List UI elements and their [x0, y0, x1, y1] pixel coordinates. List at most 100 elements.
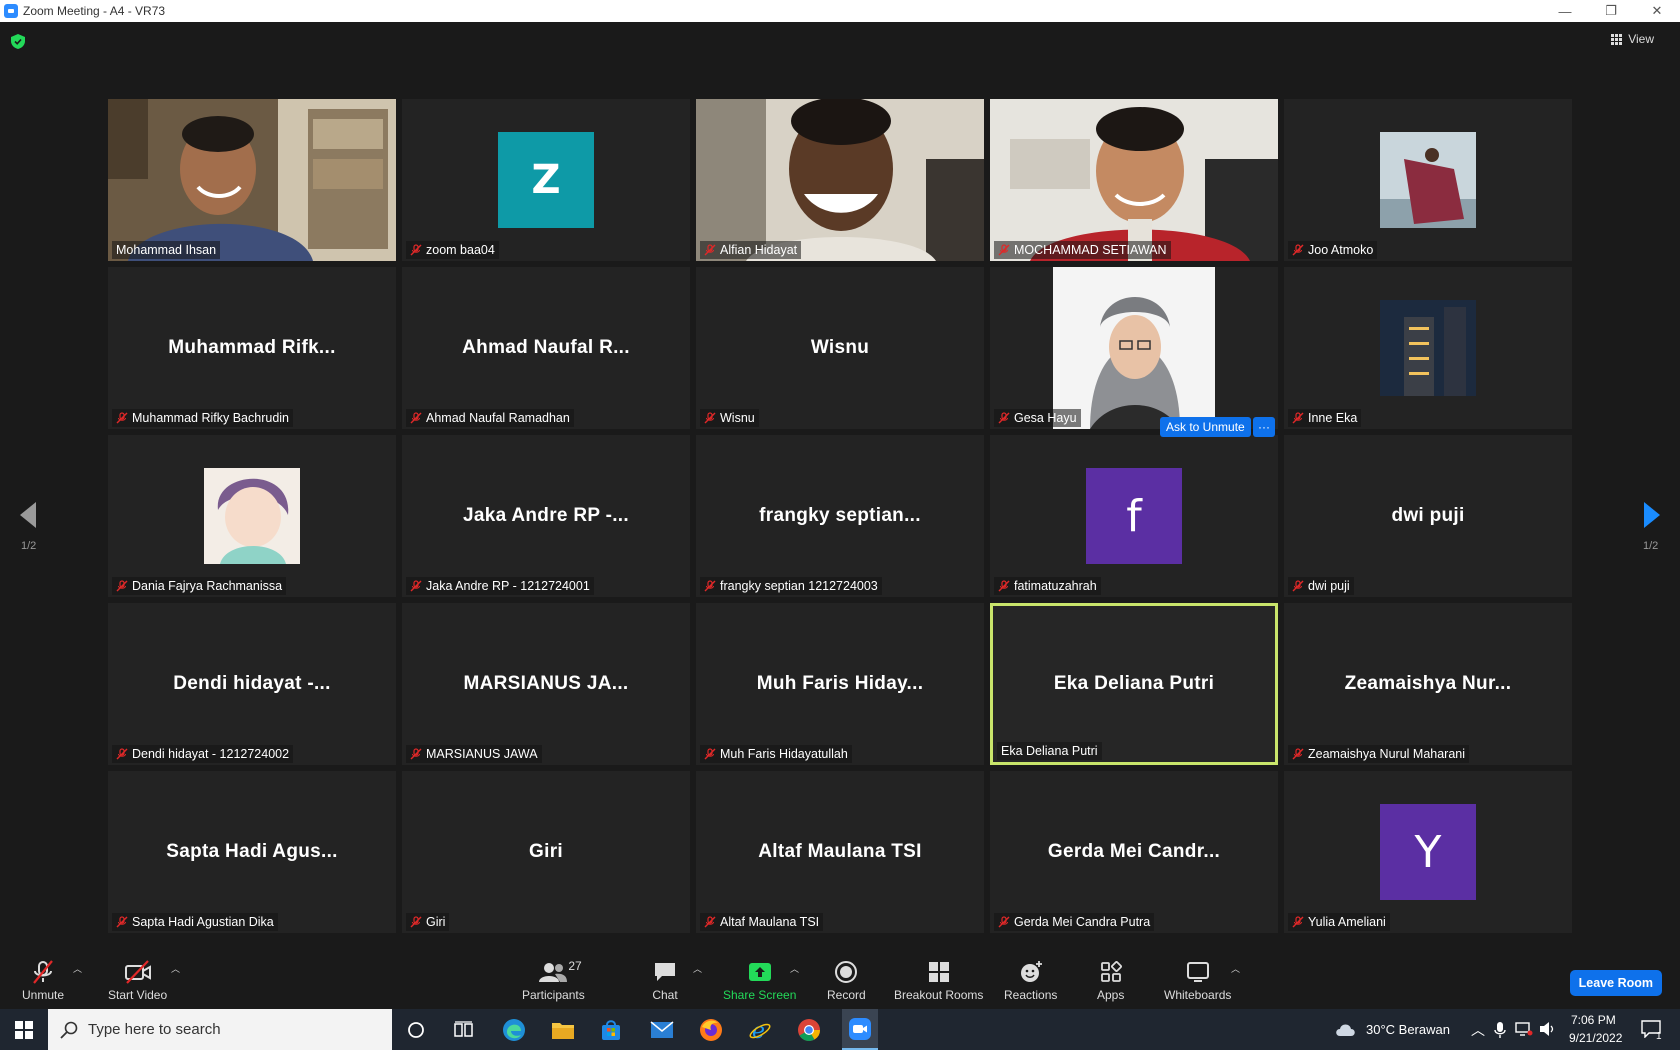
- profile-picture-gesa-hayu: [990, 267, 1278, 429]
- chat-button[interactable]: Chat: [652, 957, 678, 1002]
- close-button[interactable]: ✕: [1634, 0, 1680, 22]
- firefox-icon[interactable]: [696, 1015, 726, 1045]
- weather-cloud-icon[interactable]: [1334, 1020, 1358, 1038]
- volume-icon[interactable]: [1539, 1021, 1557, 1037]
- participant-tile[interactable]: Inne Eka: [1284, 267, 1572, 429]
- tile-more-options-button[interactable]: ···: [1253, 417, 1275, 437]
- participant-tile[interactable]: Mohammad Ihsan: [108, 99, 396, 261]
- mail-icon[interactable]: [647, 1015, 677, 1045]
- participant-name: zoom baa04: [426, 243, 495, 257]
- participant-name: frangky septian 1212724003: [720, 579, 878, 593]
- participants-icon: [539, 963, 568, 982]
- participant-name-label: Wisnu: [700, 409, 759, 427]
- participant-tile[interactable]: Y Yulia Ameliani: [1284, 771, 1572, 933]
- view-button[interactable]: View: [1611, 32, 1654, 46]
- minimize-button[interactable]: —: [1542, 0, 1588, 22]
- restore-button[interactable]: ❐: [1588, 0, 1634, 22]
- participant-tile[interactable]: Sapta Hadi Agus... Sapta Hadi Agustian D…: [108, 771, 396, 933]
- participant-tile[interactable]: MARSIANUS JA... MARSIANUS JAWA: [402, 603, 690, 765]
- participants-button[interactable]: 27 Participants: [522, 957, 585, 1002]
- participant-name-label: dwi puji: [1288, 577, 1354, 595]
- profile-picture-inne-eka: [1284, 267, 1572, 429]
- participant-tile[interactable]: Dendi hidayat -... Dendi hidayat - 12127…: [108, 603, 396, 765]
- participant-name: Dania Fajrya Rachmanissa: [132, 579, 283, 593]
- whiteboard-options-caret-icon[interactable]: ︿: [1231, 962, 1240, 975]
- participant-name: Mohammad Ihsan: [116, 243, 217, 257]
- muted-mic-icon: [704, 580, 716, 592]
- participant-name: Inne Eka: [1308, 411, 1358, 425]
- participant-tile[interactable]: Joo Atmoko: [1284, 99, 1572, 261]
- weather-text[interactable]: 30°C Berawan: [1366, 1022, 1450, 1037]
- breakout-rooms-button[interactable]: Breakout Rooms: [894, 957, 983, 1002]
- participant-tile[interactable]: dwi puji dwi puji: [1284, 435, 1572, 597]
- microsoft-store-icon[interactable]: [596, 1015, 626, 1045]
- participant-tile[interactable]: Ahmad Naufal R... Ahmad Naufal Ramadhan: [402, 267, 690, 429]
- task-view-icon[interactable]: [449, 1015, 479, 1045]
- breakout-rooms-icon: [928, 962, 949, 982]
- microphone-muted-icon: [33, 960, 53, 984]
- tray-overflow-chevron-icon[interactable]: ︿: [1471, 1020, 1485, 1040]
- participant-tile[interactable]: Jaka Andre RP -... Jaka Andre RP - 12127…: [402, 435, 690, 597]
- participant-tile[interactable]: f fatimatuzahrah: [990, 435, 1278, 597]
- participant-tile[interactable]: MOCHAMMAD SETIAWAN: [990, 99, 1278, 261]
- file-explorer-icon[interactable]: [548, 1015, 578, 1045]
- participant-display-name: Muhammad Rifk...: [168, 337, 336, 358]
- whiteboards-button[interactable]: Whiteboards: [1164, 957, 1231, 1002]
- apps-button[interactable]: Apps: [1097, 957, 1124, 1002]
- tray-microphone-icon[interactable]: [1494, 1021, 1506, 1039]
- participant-tile[interactable]: Wisnu Wisnu: [696, 267, 984, 429]
- participant-name: MARSIANUS JAWA: [426, 747, 538, 761]
- video-options-caret-icon[interactable]: ︿: [171, 962, 180, 975]
- encryption-shield-icon[interactable]: [11, 34, 25, 49]
- network-icon[interactable]: [1515, 1021, 1533, 1037]
- participant-tile[interactable]: Muh Faris Hiday... Muh Faris Hidayatulla…: [696, 603, 984, 765]
- participant-name-label: Ahmad Naufal Ramadhan: [406, 409, 574, 427]
- muted-mic-icon: [410, 916, 422, 928]
- participant-tile[interactable]: Z zoom baa04: [402, 99, 690, 261]
- start-video-button[interactable]: Start Video: [108, 957, 167, 1002]
- clock-date[interactable]: 9/21/2022: [1569, 1031, 1622, 1045]
- share-screen-icon: [748, 963, 771, 981]
- participant-name-label: Inne Eka: [1288, 409, 1362, 427]
- participant-tile[interactable]: Muhammad Rifk... Muhammad Rifky Bachrudi…: [108, 267, 396, 429]
- participant-tile[interactable]: Giri Giri: [402, 771, 690, 933]
- participant-display-name: Giri: [529, 841, 563, 862]
- cortana-icon[interactable]: [401, 1015, 431, 1045]
- participant-tile[interactable]: Alfian Hidayat: [696, 99, 984, 261]
- participant-name: fatimatuzahrah: [1014, 579, 1097, 593]
- share-screen-button[interactable]: Share Screen: [723, 957, 796, 1002]
- internet-explorer-icon[interactable]: e: [745, 1015, 775, 1045]
- video-off-icon: [124, 960, 151, 984]
- reactions-button[interactable]: Reactions: [1004, 957, 1057, 1002]
- unmute-button[interactable]: Unmute: [22, 957, 64, 1002]
- edge-browser-icon[interactable]: [499, 1015, 529, 1045]
- grid-view-icon: [1611, 33, 1623, 45]
- share-options-caret-icon[interactable]: ︿: [790, 962, 799, 975]
- chrome-icon[interactable]: [794, 1015, 824, 1045]
- participant-tile[interactable]: Zeamaishya Nur... Zeamaishya Nurul Mahar…: [1284, 603, 1572, 765]
- search-icon: [60, 1021, 78, 1039]
- participant-display-name: Gerda Mei Candr...: [1047, 841, 1221, 862]
- taskbar-search-box[interactable]: Type here to search: [48, 1009, 392, 1050]
- participant-tile[interactable]: frangky septian... frangky septian 12127…: [696, 435, 984, 597]
- participant-tile[interactable]: Altaf Maulana TSI Altaf Maulana TSI: [696, 771, 984, 933]
- clock-time[interactable]: 7:06 PM: [1571, 1013, 1616, 1027]
- participants-count: 27: [568, 959, 582, 973]
- next-page-arrow-icon[interactable]: [1642, 500, 1662, 530]
- chat-options-caret-icon[interactable]: ︿: [693, 962, 702, 975]
- participant-tile[interactable]: Gesa Hayu: [990, 267, 1278, 429]
- participant-name-label: Joo Atmoko: [1288, 241, 1378, 259]
- participant-name: dwi puji: [1308, 579, 1350, 593]
- participant-tile[interactable]: Eka Deliana Putri Eka Deliana Putri: [990, 603, 1278, 765]
- leave-room-button[interactable]: Leave Room: [1569, 970, 1662, 996]
- zoom-taskbar-icon[interactable]: [842, 1009, 878, 1050]
- windows-start-icon[interactable]: [15, 1021, 33, 1039]
- record-button[interactable]: Record: [827, 957, 866, 1002]
- previous-page-arrow-icon[interactable]: [18, 500, 38, 530]
- participant-name-label: Jaka Andre RP - 1212724001: [406, 577, 594, 595]
- participant-tile[interactable]: Gerda Mei Candr... Gerda Mei Candra Putr…: [990, 771, 1278, 933]
- participant-tile[interactable]: Dania Fajrya Rachmanissa: [108, 435, 396, 597]
- record-icon: [835, 961, 858, 983]
- audio-options-caret-icon[interactable]: ︿: [73, 962, 82, 975]
- ask-to-unmute-button[interactable]: Ask to Unmute: [1160, 417, 1251, 437]
